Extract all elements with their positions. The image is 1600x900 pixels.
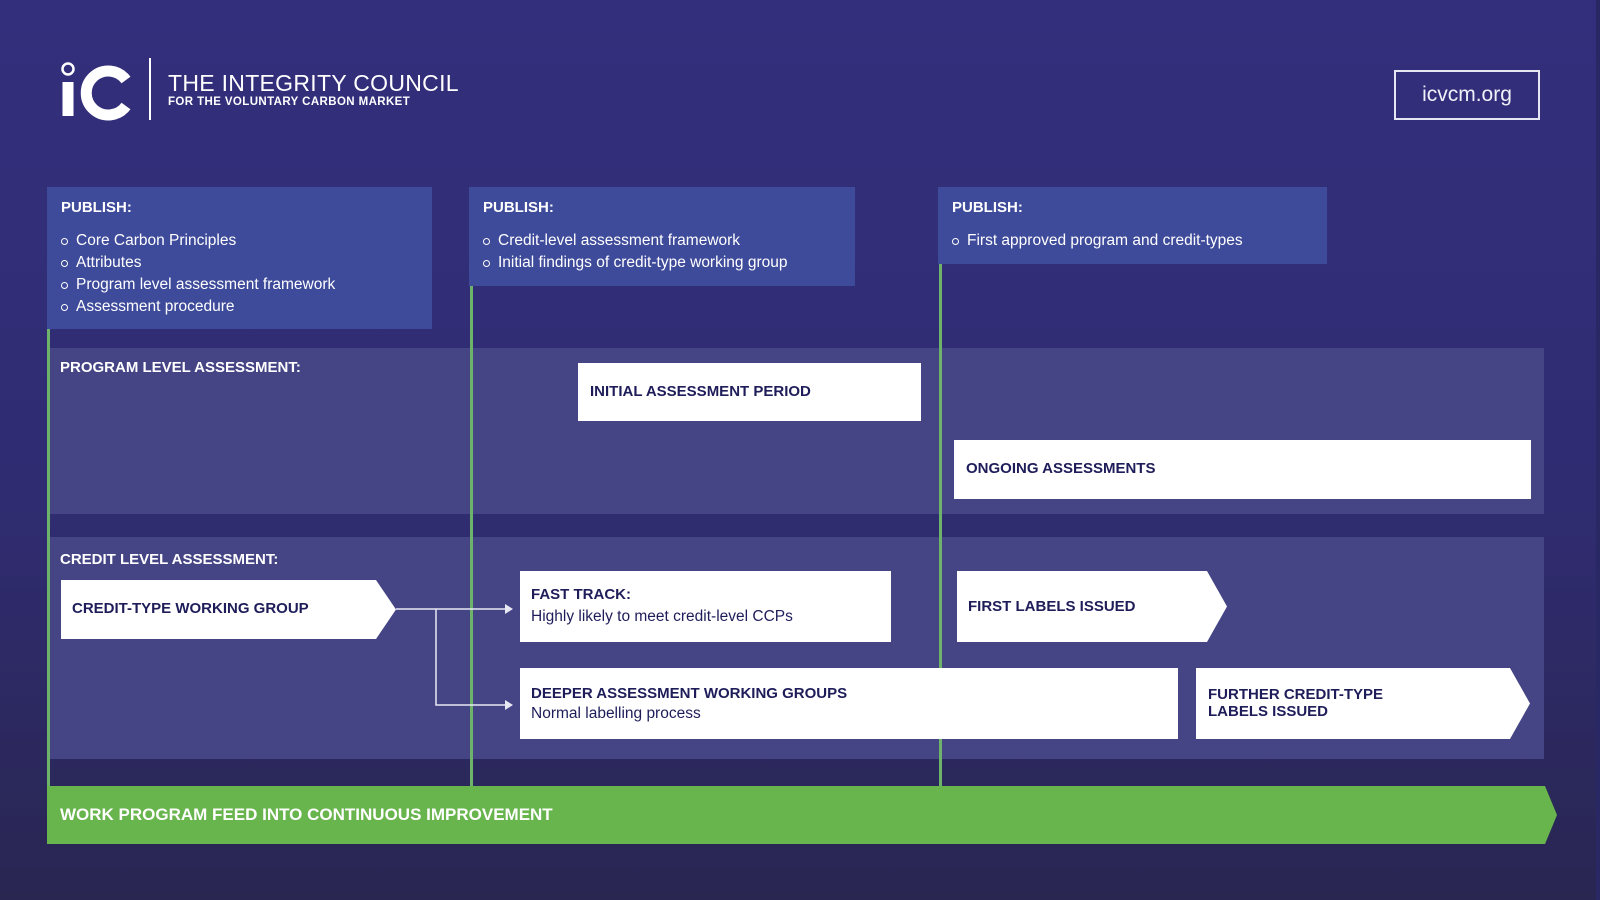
bullet-icon <box>483 260 490 267</box>
website-link[interactable]: icvcm.org <box>1394 70 1540 120</box>
publish-box-3: PUBLISH: First approved program and cred… <box>938 187 1327 264</box>
publish-heading: PUBLISH: <box>952 199 1023 216</box>
bullet-icon <box>483 238 490 245</box>
publish-item: Core Carbon Principles <box>61 230 418 252</box>
publish-box-1: PUBLISH: Core Carbon Principles Attribut… <box>47 187 432 329</box>
further-labels-issued: FURTHER CREDIT-TYPE LABELS ISSUED <box>1196 668 1530 739</box>
publish-item: Initial findings of credit-type working … <box>483 252 841 274</box>
bullet-icon <box>61 282 68 289</box>
publish-heading: PUBLISH: <box>483 199 554 216</box>
bullet-icon <box>61 260 68 267</box>
program-level-label: PROGRAM LEVEL ASSESSMENT: <box>60 359 301 376</box>
continuous-improvement-bar: WORK PROGRAM FEED INTO CONTINUOUS IMPROV… <box>47 786 1557 844</box>
publish-item: Program level assessment framework <box>61 274 418 296</box>
ic-logo-icon <box>61 62 131 121</box>
deeper-assessment-title: DEEPER ASSESSMENT WORKING GROUPS <box>531 685 848 702</box>
milestone-line-1 <box>47 320 50 786</box>
publish-item: Attributes <box>61 252 418 274</box>
first-labels-issued: FIRST LABELS ISSUED <box>957 571 1227 642</box>
publish-box-2: PUBLISH: Credit-level assessment framewo… <box>469 187 855 286</box>
deeper-assessment-desc: Normal labelling process <box>531 705 701 722</box>
initial-assessment-period: INITIAL ASSESSMENT PERIOD <box>578 363 921 421</box>
fast-track-box: FAST TRACK: Highly likely to meet credit… <box>520 571 891 642</box>
continuous-improvement-label: WORK PROGRAM FEED INTO CONTINUOUS IMPROV… <box>60 805 553 824</box>
bullet-icon <box>61 304 68 311</box>
publish-item: Assessment procedure <box>61 296 418 318</box>
publish-heading: PUBLISH: <box>61 199 132 216</box>
fast-track-title: FAST TRACK: <box>531 586 631 603</box>
publish-item: Credit-level assessment framework <box>483 230 841 252</box>
logo-divider <box>149 58 151 120</box>
bullet-icon <box>952 238 959 245</box>
deeper-assessment-box: DEEPER ASSESSMENT WORKING GROUPS Normal … <box>520 668 1178 739</box>
org-subtitle: FOR THE VOLUNTARY CARBON MARKET <box>168 96 411 108</box>
credit-type-working-group: CREDIT-TYPE WORKING GROUP <box>61 580 396 639</box>
milestone-line-2 <box>470 286 473 786</box>
ongoing-assessments: ONGOING ASSESSMENTS <box>954 440 1531 499</box>
credit-level-label: CREDIT LEVEL ASSESSMENT: <box>60 551 279 568</box>
bullet-icon <box>61 238 68 245</box>
logo: THE INTEGRITY COUNCIL FOR THE VOLUNTARY … <box>60 58 540 122</box>
org-name: THE INTEGRITY COUNCIL <box>168 70 459 96</box>
edge-strip <box>1596 0 1600 900</box>
publish-item: First approved program and credit-types <box>952 230 1313 252</box>
fast-track-desc: Highly likely to meet credit-level CCPs <box>531 608 793 625</box>
